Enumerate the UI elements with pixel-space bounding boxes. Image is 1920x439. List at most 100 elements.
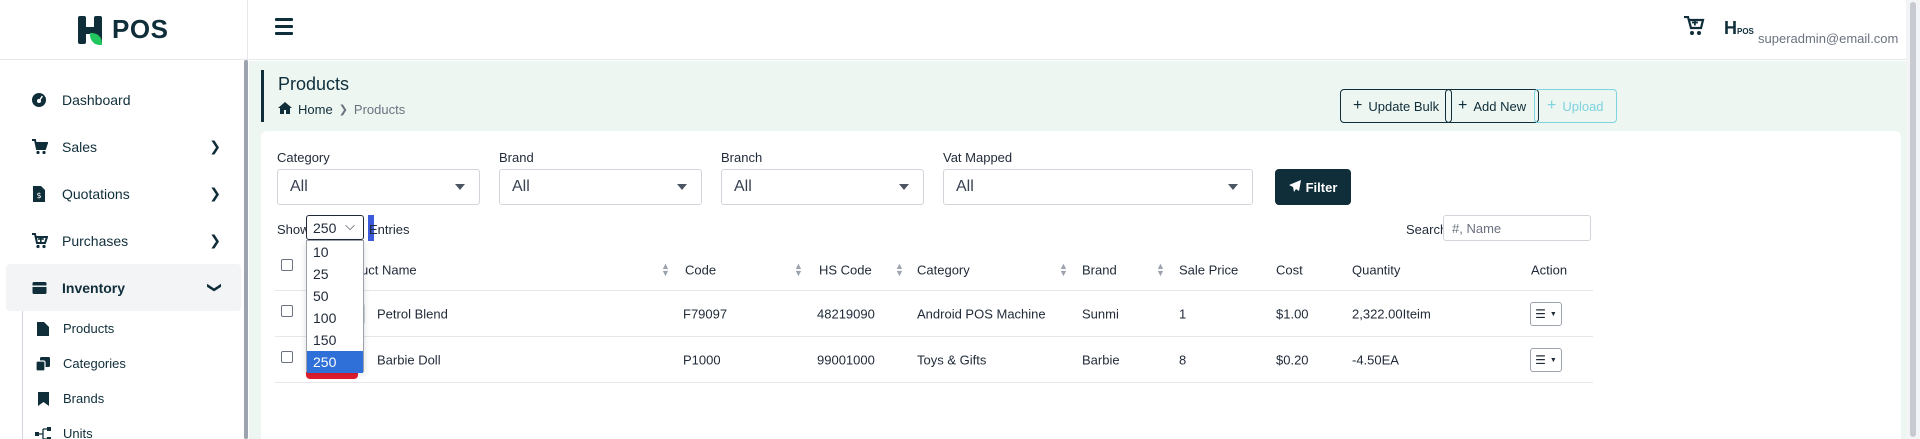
sidebar-subitem-units[interactable]: Units — [23, 416, 247, 439]
column-header-cost[interactable]: Cost — [1276, 262, 1303, 277]
plus-icon: + — [1547, 97, 1557, 114]
plus-icon: + — [1353, 97, 1363, 114]
search-label: Search — [1406, 222, 1448, 237]
column-header-code[interactable]: Code — [685, 262, 716, 277]
sidebar-item-dashboard[interactable]: Dashboard — [0, 76, 247, 123]
table-row: Petrol Blend F79097 48219090 Android POS… — [275, 291, 1593, 337]
cell-category: Toys & Gifts — [917, 352, 987, 367]
caret-down-icon: ▼ — [1549, 310, 1557, 318]
chevron-down-icon: ❯ — [207, 281, 224, 294]
row-checkbox[interactable] — [281, 351, 293, 363]
update-bulk-button[interactable]: + Update Bulk — [1340, 89, 1453, 123]
menu-toggle-icon[interactable] — [275, 18, 293, 36]
sidebar-item-quotations[interactable]: $ Quotations ❯ — [0, 170, 247, 217]
sort-icon[interactable]: ▲ ▼ — [1156, 261, 1165, 277]
products-table: uct Name ▲ ▼ Code ▲ ▼ HS Code ▲ ▼ Category … — [275, 249, 1593, 383]
add-new-button[interactable]: + Add New — [1445, 89, 1540, 123]
sort-icon[interactable]: ▲ ▼ — [794, 261, 803, 277]
entries-option[interactable]: 150 — [307, 329, 363, 351]
cart-plus-icon — [30, 232, 48, 250]
column-header-action: Action — [1531, 262, 1568, 277]
cell-sale-price: 8 — [1179, 352, 1187, 367]
filter-button[interactable]: Filter — [1275, 169, 1351, 205]
branch-select[interactable]: All — [721, 169, 924, 205]
vat-mapped-select[interactable]: All — [943, 169, 1253, 205]
cell-code: P1000 — [683, 352, 721, 367]
chevron-right-icon: ❯ — [209, 185, 221, 201]
column-header-category[interactable]: Category — [917, 262, 970, 277]
breadcrumb-current: Products — [353, 102, 406, 117]
branch-filter-label: Branch — [721, 150, 763, 165]
breadcrumb-separator-icon: ❯ — [338, 104, 348, 116]
column-header-quantity[interactable]: Quantity — [1352, 262, 1400, 277]
chevron-down-icon: ⌵ — [345, 218, 355, 233]
breadcrumb: Home ❯ Products — [278, 102, 405, 117]
breadcrumb-home[interactable]: Home — [298, 102, 333, 117]
page-title: Products — [278, 74, 350, 94]
sort-icon[interactable]: ▲ ▼ — [661, 261, 670, 277]
cell-quantity: -4.50EA — [1352, 352, 1399, 367]
cell-cost: $0.20 — [1276, 352, 1309, 367]
products-card: Category All Brand All Branch All Vat Ma… — [261, 131, 1901, 439]
entries-select-value: 250 — [313, 219, 337, 236]
page-header: Products Home ❯ Products + Update Bulk +… — [261, 70, 1901, 123]
cell-hs-code: 48219090 — [817, 306, 875, 321]
entries-select[interactable]: 250 ⌵ — [306, 215, 364, 240]
column-header-brand[interactable]: Brand — [1082, 262, 1117, 277]
entries-option[interactable]: 10 — [307, 241, 363, 263]
page-scrollbar[interactable] — [1906, 0, 1920, 439]
category-filter-label: Category — [277, 150, 330, 165]
user-avatar-logo[interactable]: HPOS — [1724, 18, 1754, 39]
sidebar-subitem-label: Units — [63, 426, 93, 439]
chevron-right-icon: ❯ — [209, 138, 221, 154]
sort-icon[interactable]: ▲ ▼ — [1059, 261, 1068, 277]
table-row: Barbie Doll P1000 99001000 Toys & Gifts … — [275, 337, 1593, 383]
brand-select[interactable]: All — [499, 169, 702, 205]
cart-icon[interactable] — [1683, 15, 1705, 42]
column-header-name[interactable]: uct Name — [361, 262, 417, 277]
upload-button[interactable]: + Upload — [1534, 89, 1617, 123]
sidebar-item-inventory[interactable]: Inventory ❯ — [6, 264, 241, 311]
user-email[interactable]: superadmin@email.com — [1758, 31, 1898, 46]
sidebar-scrollbar[interactable] — [244, 60, 248, 439]
sidebar-item-purchases[interactable]: Purchases ❯ — [0, 217, 247, 264]
row-action-button[interactable]: ☰ ▼ — [1530, 302, 1562, 326]
select-all-checkbox[interactable] — [281, 259, 293, 271]
sidebar-item-sales[interactable]: Sales ❯ — [0, 123, 247, 170]
entries-option[interactable]: 25 — [307, 263, 363, 285]
cell-hs-code: 99001000 — [817, 352, 875, 367]
category-select[interactable]: All — [277, 169, 480, 205]
brand-filter-label: Brand — [499, 150, 534, 165]
row-action-button[interactable]: ☰ ▼ — [1530, 348, 1562, 372]
main-content: Products Home ❯ Products + Update Bulk +… — [249, 61, 1906, 439]
sort-icon[interactable]: ▲ ▼ — [895, 261, 904, 277]
entries-option[interactable]: 100 — [307, 307, 363, 329]
caret-down-icon: ▼ — [1549, 356, 1557, 364]
list-icon: ☰ — [1535, 353, 1546, 367]
vat-mapped-filter-label: Vat Mapped — [943, 150, 1013, 165]
cell-quantity: 2,322.00Iteim — [1352, 306, 1431, 321]
caret-down-icon — [677, 184, 687, 190]
sidebar-item-label: Quotations — [62, 185, 130, 202]
column-header-hs-code[interactable]: HS Code — [819, 262, 872, 277]
add-new-label: Add New — [1473, 98, 1527, 114]
copy-icon — [35, 356, 51, 372]
column-header-sale-price[interactable]: Sale Price — [1179, 262, 1238, 277]
entries-option-selected[interactable]: 250 — [307, 351, 363, 373]
sidebar-nav: Dashboard Sales ❯ $ Quotations ❯ Purchas… — [0, 60, 247, 439]
search-input[interactable] — [1443, 215, 1591, 241]
dashboard-icon — [30, 91, 48, 109]
sidebar-subitem-brands[interactable]: Brands — [23, 381, 247, 416]
cell-name: Barbie Doll — [377, 352, 441, 367]
entries-option[interactable]: 50 — [307, 285, 363, 307]
sidebar-subitem-products[interactable]: Products — [23, 311, 247, 346]
cell-name: Petrol Blend — [377, 306, 448, 321]
upload-label: Upload — [1562, 98, 1604, 114]
sidebar-subitem-categories[interactable]: Categories — [23, 346, 247, 381]
app-logo[interactable]: POS — [0, 0, 247, 60]
home-icon — [278, 102, 292, 117]
caret-down-icon — [455, 184, 465, 190]
row-checkbox[interactable] — [281, 305, 293, 317]
dropdown-accent — [306, 372, 358, 379]
mini-logo-text: POS — [1737, 27, 1754, 36]
